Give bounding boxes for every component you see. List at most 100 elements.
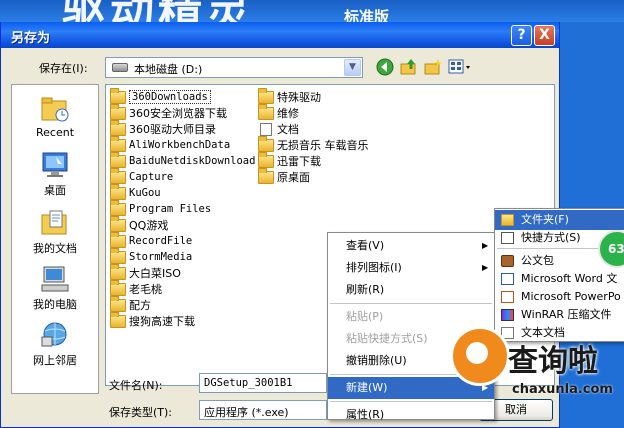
folder-icon xyxy=(110,311,126,328)
file-item[interactable]: 迅雷下载 xyxy=(258,151,369,169)
file-item-name: 配方 xyxy=(129,299,151,312)
file-item[interactable]: RecordFile xyxy=(110,231,255,249)
watermark-brand: 查询啦 xyxy=(508,344,598,379)
file-item[interactable]: 360Downloads xyxy=(110,87,255,105)
file-item[interactable]: 大白菜ISO xyxy=(110,263,255,281)
file-item[interactable]: 特殊驱动 xyxy=(258,87,369,105)
title-bar[interactable]: 另存为 ? X xyxy=(1,22,559,48)
new-submenu-item[interactable]: 文件夹(F) xyxy=(495,210,624,230)
folder-icon xyxy=(110,135,126,152)
file-item[interactable]: 搜狗高速下载 xyxy=(110,311,255,329)
file-item[interactable]: 老毛桃 xyxy=(110,279,255,297)
file-item-name: 搜狗高速下载 xyxy=(129,315,195,328)
file-item[interactable]: AliWorkbenchData xyxy=(110,135,255,153)
place-recent[interactable]: Recent xyxy=(12,95,98,139)
file-item[interactable]: 360驱动大师目录 xyxy=(110,119,255,137)
help-button[interactable]: ? xyxy=(511,25,532,46)
file-item-name: 360安全浏览器下载 xyxy=(129,107,227,120)
file-item[interactable]: BaiduNetdiskDownload xyxy=(110,151,256,169)
folder-icon xyxy=(110,215,126,232)
save-in-label: 保存在(I): xyxy=(39,62,88,75)
context-menu-item[interactable]: 刷新(R) xyxy=(328,279,494,301)
context-menu: 查看(V) ▶ 排列图标(I) ▶ 刷新(R) 粘贴(P) 粘贴快捷方式(S) 撤销删除(U)… xyxy=(327,232,495,421)
close-button[interactable]: X xyxy=(534,25,555,46)
file-column-2: 特殊驱动 维修文档无损音乐 车载音乐 迅雷下载原桌面 xyxy=(258,87,369,185)
filetype-label: 保存类型(T): xyxy=(109,406,173,419)
folder-icon xyxy=(110,119,126,136)
file-item-name: 老毛桃 xyxy=(129,283,162,296)
watermark-logo-icon xyxy=(450,326,510,386)
file-item[interactable]: 文档 xyxy=(258,121,369,137)
file-item[interactable]: Program Files xyxy=(110,199,255,217)
place-my-documents[interactable]: 我的文档 xyxy=(12,209,98,256)
file-item[interactable]: StormMedia xyxy=(110,247,255,265)
folder-icon xyxy=(110,263,126,280)
file-item[interactable]: 原桌面 xyxy=(258,167,369,185)
save-in-dropdown[interactable]: 本地磁盘 (D:) ▼ xyxy=(105,57,363,78)
filetype-dropdown[interactable]: 应用程序 (*.exe) xyxy=(199,400,327,420)
file-item-name: Capture xyxy=(129,171,174,183)
new-folder-icon[interactable] xyxy=(423,58,443,78)
file-item-name: BaiduNetdiskDownload xyxy=(129,155,256,167)
file-item[interactable]: 维修 xyxy=(258,103,369,121)
save-in-value: 本地磁盘 (D:) xyxy=(134,63,203,76)
winrar-icon xyxy=(501,309,514,321)
file-item[interactable]: QQ游戏 xyxy=(110,215,255,233)
file-item[interactable]: 无损音乐 车载音乐 xyxy=(258,135,369,153)
file-item[interactable]: Capture xyxy=(110,167,255,185)
context-menu-item[interactable]: 属性(R) xyxy=(328,404,494,426)
filename-label: 文件名(N): xyxy=(109,379,163,392)
file-item-name: 特殊驱动 xyxy=(277,91,321,104)
file-item-name: 原桌面 xyxy=(277,171,310,184)
up-folder-icon[interactable] xyxy=(399,58,419,78)
file-item-name: 迅雷下载 xyxy=(277,155,321,168)
powerpoint-icon xyxy=(501,291,514,303)
place-my-computer[interactable]: 我的电脑 xyxy=(12,265,98,312)
file-item[interactable]: 360安全浏览器下载 xyxy=(110,103,255,121)
new-submenu-item[interactable]: Microsoft PowerPo xyxy=(495,287,624,307)
folder-icon xyxy=(258,167,274,184)
new-submenu: 文件夹(F) 快捷方式(S) 公文包 Microsoft Word 文 Microsof… xyxy=(494,208,624,342)
file-item-name: StormMedia xyxy=(129,251,193,263)
file-item-name: 360驱动大师目录 xyxy=(129,123,216,136)
context-menu-item[interactable]: 排列图标(I) ▶ xyxy=(328,257,494,279)
place-network[interactable]: 网上邻居 xyxy=(12,321,98,368)
submenu-arrow-icon: ▶ xyxy=(482,263,489,272)
file-item-name: 360Downloads xyxy=(129,90,211,104)
banner-edition: 标准版 xyxy=(344,8,390,22)
banner-title: 驱动精灵 xyxy=(62,0,254,22)
file-item[interactable]: 配方 xyxy=(110,295,255,313)
file-item-name: 文档 xyxy=(277,123,299,136)
back-icon[interactable] xyxy=(375,58,395,78)
background-banner: 驱动精灵 标准版 xyxy=(0,0,624,22)
filename-input[interactable]: DGSetup_3001B1 xyxy=(199,373,327,393)
document-icon xyxy=(260,122,272,136)
chevron-down-icon[interactable]: ▼ xyxy=(344,59,361,76)
file-item-name: Program Files xyxy=(129,203,212,215)
new-submenu-item[interactable]: Microsoft Word 文 xyxy=(495,269,624,289)
view-menu-icon[interactable] xyxy=(447,58,473,78)
new-submenu-item[interactable]: WinRAR 压缩文件 xyxy=(495,305,624,325)
places-bar: Recent 桌面 我的文档 我的电脑 网上邻居 xyxy=(11,84,99,394)
desktop-icon xyxy=(40,151,70,179)
folder-icon xyxy=(110,231,126,248)
place-desktop[interactable]: 桌面 xyxy=(12,151,98,198)
submenu-arrow-icon: ▶ xyxy=(482,241,489,250)
folder-icon xyxy=(110,151,126,168)
context-menu-item[interactable]: 粘贴(P) xyxy=(328,306,494,328)
folder-icon xyxy=(110,167,126,184)
filename-value: DGSetup_3001B1 xyxy=(204,377,293,389)
word-icon xyxy=(501,273,514,285)
file-item-name: KuGou xyxy=(129,187,161,199)
folder-icon xyxy=(110,279,126,296)
context-menu-item[interactable]: 查看(V) ▶ xyxy=(328,235,494,257)
folder-icon xyxy=(258,103,274,120)
filetype-value: 应用程序 (*.exe) xyxy=(204,406,289,419)
file-column-1: 360Downloads 360安全浏览器下载 360驱动大师目录 AliWorkbe… xyxy=(110,87,256,329)
file-item[interactable]: KuGou xyxy=(110,183,255,201)
folder-icon xyxy=(258,87,274,104)
menu-separator xyxy=(330,401,492,402)
my-documents-icon xyxy=(40,209,70,237)
shortcut-icon xyxy=(501,232,514,244)
file-item-name: 无损音乐 车载音乐 xyxy=(277,139,369,152)
